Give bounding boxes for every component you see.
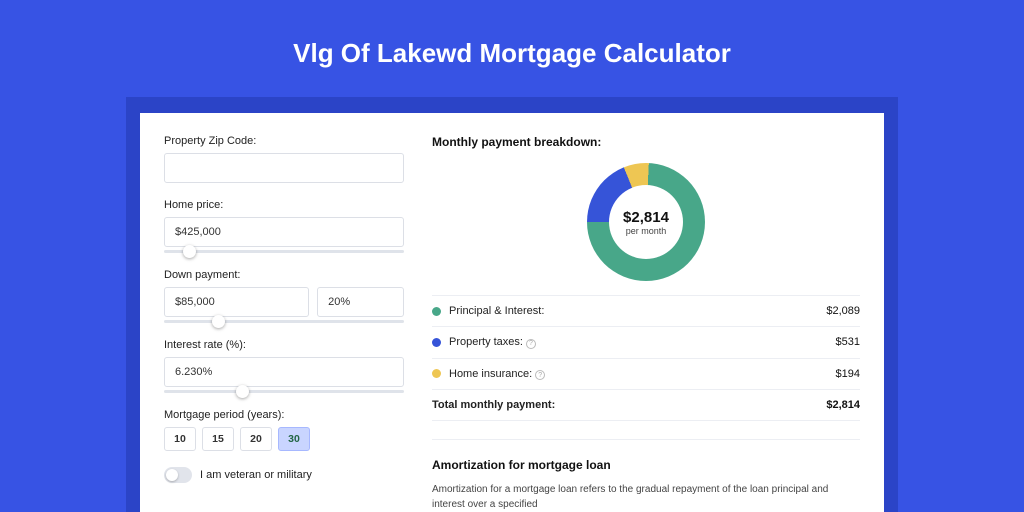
breakdown-item-label: Home insurance:? [449,368,836,381]
breakdown-item-label: Principal & Interest: [449,305,826,317]
period-option-15[interactable]: 15 [202,427,234,451]
amortization-title: Amortization for mortgage loan [432,458,860,472]
info-icon[interactable]: ? [526,339,536,349]
breakdown-column: Monthly payment breakdown: $2,814 per mo… [432,135,860,512]
zip-input[interactable] [164,153,404,183]
donut-chart-wrap: $2,814 per month [432,153,860,295]
down-payment-field-block: Down payment: [164,269,404,323]
zip-field-block: Property Zip Code: [164,135,404,183]
breakdown-item-value: $531 [836,336,860,348]
interest-label: Interest rate (%): [164,339,404,351]
breakdown-dot-icon [432,307,441,316]
veteran-label: I am veteran or military [200,469,312,481]
period-option-30[interactable]: 30 [278,427,310,451]
breakdown-item-value: $2,089 [826,305,860,317]
donut-amount: $2,814 [623,209,669,226]
down-payment-pct-input[interactable] [317,287,404,317]
breakdown-row: Principal & Interest:$2,089 [432,296,860,327]
zip-label: Property Zip Code: [164,135,404,147]
page-title: Vlg Of Lakewd Mortgage Calculator [0,0,1024,97]
period-option-10[interactable]: 10 [164,427,196,451]
donut-center: $2,814 per month [587,163,705,281]
calculator-wrapper: Property Zip Code: Home price: Down paym… [126,97,898,512]
home-price-slider-thumb[interactable] [183,245,196,258]
interest-input[interactable] [164,357,404,387]
amortization-text: Amortization for a mortgage loan refers … [432,482,860,512]
home-price-slider[interactable] [164,250,404,253]
veteran-toggle[interactable] [164,467,192,483]
breakdown-total-value: $2,814 [826,399,860,411]
period-option-20[interactable]: 20 [240,427,272,451]
calculator-panel: Property Zip Code: Home price: Down paym… [140,113,884,512]
veteran-toggle-knob [166,469,178,481]
home-price-label: Home price: [164,199,404,211]
breakdown-row: Property taxes:?$531 [432,327,860,359]
down-payment-slider-thumb[interactable] [212,315,225,328]
period-label: Mortgage period (years): [164,409,404,421]
breakdown-item-value: $194 [836,368,860,380]
period-options: 10152030 [164,427,404,451]
breakdown-dot-icon [432,369,441,378]
info-icon[interactable]: ? [535,370,545,380]
breakdown-list: Principal & Interest:$2,089Property taxe… [432,295,860,421]
amortization-section: Amortization for mortgage loan Amortizat… [432,439,860,512]
home-price-field-block: Home price: [164,199,404,253]
donut-sub: per month [626,226,667,236]
down-payment-slider[interactable] [164,320,404,323]
breakdown-item-label: Property taxes:? [449,336,836,349]
down-payment-input[interactable] [164,287,309,317]
interest-field-block: Interest rate (%): [164,339,404,393]
home-price-input[interactable] [164,217,404,247]
donut-chart: $2,814 per month [587,163,705,281]
breakdown-total-row: Total monthly payment:$2,814 [432,390,860,421]
breakdown-dot-icon [432,338,441,347]
breakdown-title: Monthly payment breakdown: [432,135,860,149]
breakdown-row: Home insurance:?$194 [432,359,860,391]
down-payment-label: Down payment: [164,269,404,281]
veteran-row: I am veteran or military [164,467,404,483]
period-field-block: Mortgage period (years): 10152030 [164,409,404,451]
breakdown-total-label: Total monthly payment: [432,399,826,411]
form-column: Property Zip Code: Home price: Down paym… [164,135,404,512]
interest-slider[interactable] [164,390,404,393]
interest-slider-thumb[interactable] [236,385,249,398]
